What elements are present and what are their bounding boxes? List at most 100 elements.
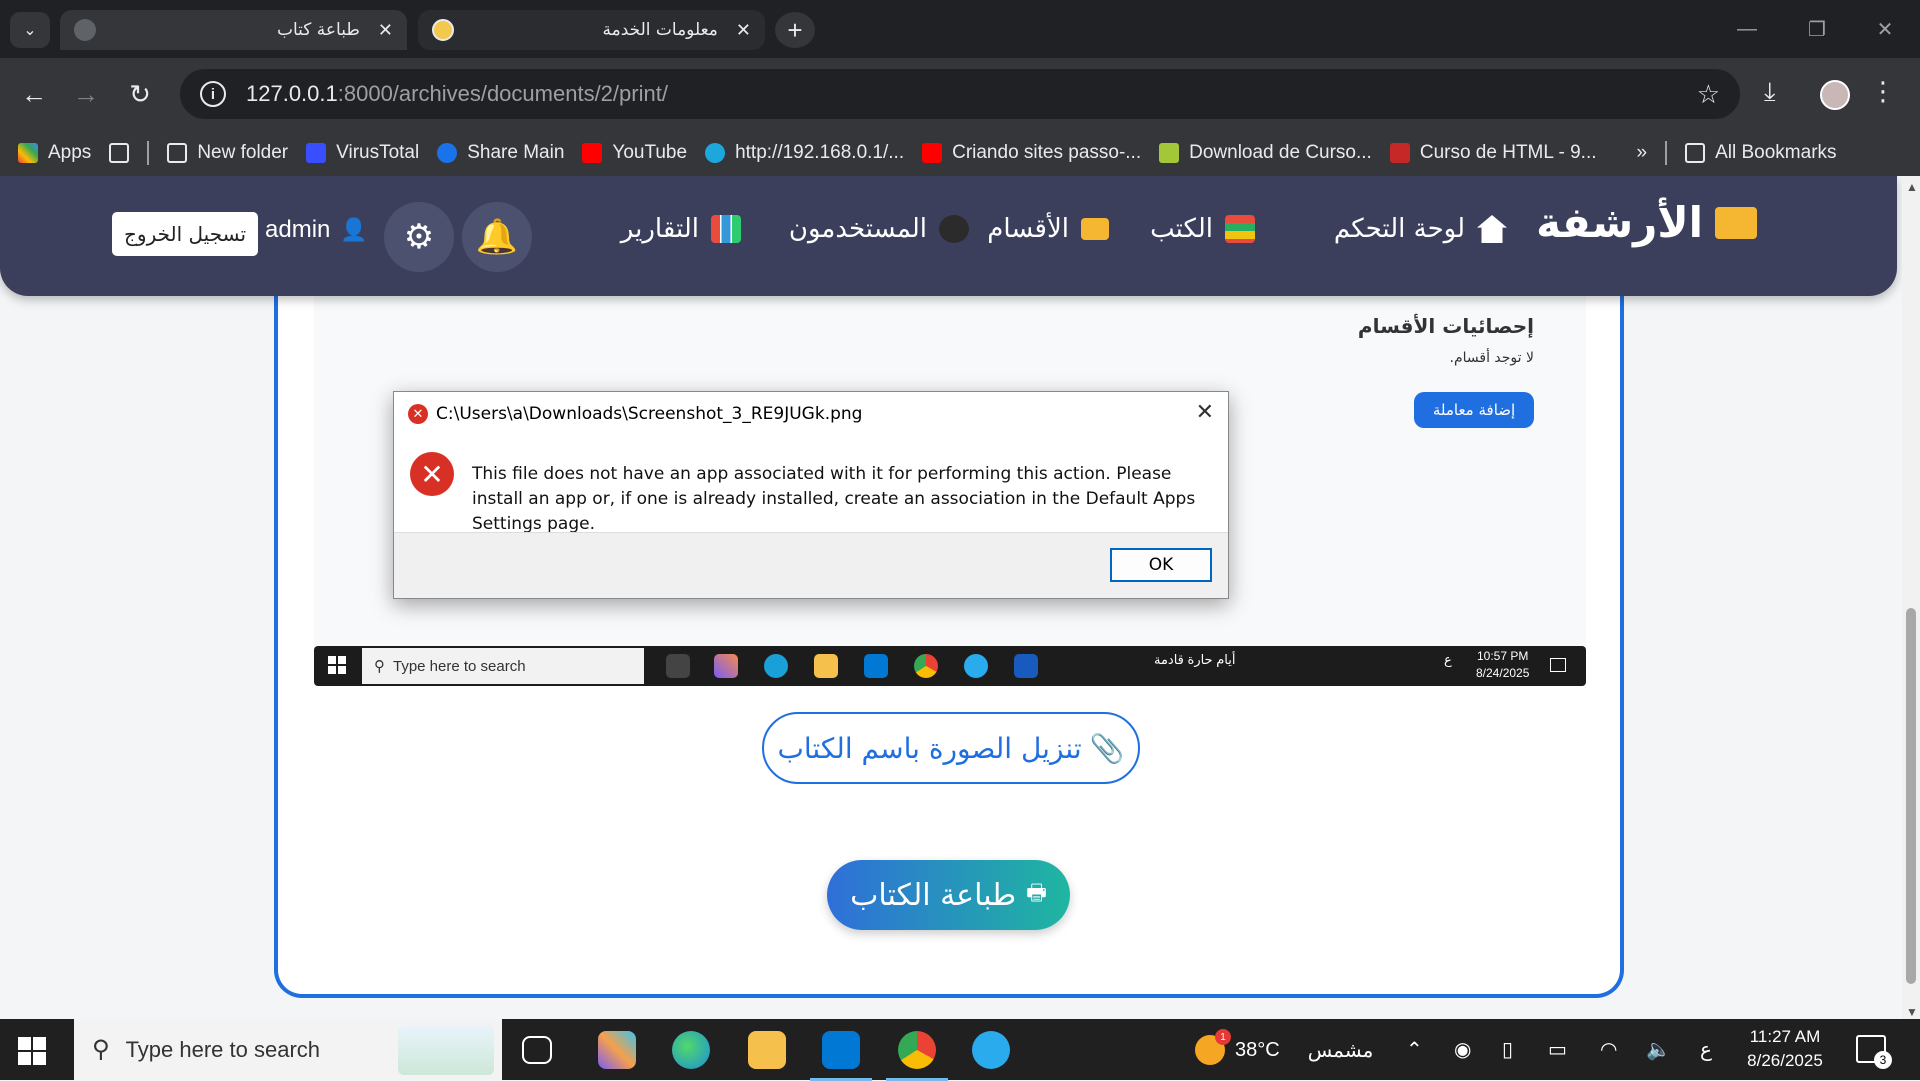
taskbar-search-text: Type here to search <box>125 1036 321 1062</box>
tab-search-button[interactable]: ⌄ <box>10 12 50 48</box>
reload-icon[interactable]: ↻ <box>120 74 160 114</box>
dialog-message: This file does not have an app associate… <box>472 464 1196 534</box>
notification-center-icon[interactable]: 3 <box>1856 1035 1892 1069</box>
word-icon <box>1014 654 1038 678</box>
show-hidden-icons-icon[interactable]: ⌃ <box>1406 1037 1423 1062</box>
brand-title: الأرشفة <box>1536 198 1703 247</box>
tab-close-icon[interactable]: ✕ <box>736 20 751 41</box>
taskbar-search-box[interactable]: ⚲ Type here to search <box>74 1019 502 1080</box>
copilot-icon[interactable] <box>598 1031 636 1069</box>
settings-gear-icon[interactable]: ⚙ <box>384 202 454 272</box>
nav-dashboard[interactable]: لوحة التحكم <box>1334 214 1507 244</box>
folder-icon <box>1685 143 1706 163</box>
bookmark-label: New folder <box>197 142 289 163</box>
download-label: تنزيل الصورة باسم الكتاب <box>777 731 1082 765</box>
language-indicator[interactable]: ع <box>1700 1037 1712 1062</box>
chart-icon <box>711 215 741 243</box>
screenshot-lang: ع <box>1444 652 1452 667</box>
add-transaction-button[interactable]: إضافة معاملة <box>1414 392 1534 428</box>
download-image-button[interactable]: 📎 تنزيل الصورة باسم الكتاب <box>762 712 1140 784</box>
clock-time: 11:27 AM <box>1749 1027 1821 1046</box>
profile-avatar[interactable] <box>1820 80 1850 110</box>
nav-books[interactable]: الكتب <box>1150 214 1255 244</box>
logout-button[interactable]: تسجيل الخروج <box>112 212 259 256</box>
bookmark-curso-html[interactable]: Curso de HTML - 9... <box>1389 142 1597 164</box>
sun-icon: 1 <box>1195 1029 1231 1065</box>
tab-groups-button[interactable] <box>109 143 130 163</box>
bookmark-criando-sites[interactable]: Criando sites passo-... <box>922 142 1141 164</box>
bookmarks-bar: Apps New folder VirusTotal Share Main Yo… <box>0 130 1920 176</box>
close-window-icon[interactable]: ✕ <box>1850 0 1920 58</box>
chrome-icon[interactable] <box>886 1031 948 1081</box>
user-info[interactable]: 👤 admin <box>265 216 368 244</box>
scroll-up-icon[interactable]: ▲ <box>1906 180 1918 194</box>
dialog-close-icon[interactable]: ✕ <box>1196 400 1214 425</box>
task-view-icon[interactable] <box>522 1036 552 1064</box>
wifi-icon[interactable]: ◠ <box>1600 1037 1617 1062</box>
nav-label: المستخدمون <box>788 214 927 244</box>
menu-icon[interactable]: ⋮ <box>1870 76 1896 107</box>
screenshot-clock: 10:57 PM 8/24/2025 <box>1476 648 1529 682</box>
print-book-button[interactable]: 🖶 طباعة الكتاب <box>827 860 1070 930</box>
bookmark-new-folder[interactable]: New folder <box>167 142 288 164</box>
nav-sections[interactable]: الأقسام <box>987 214 1109 244</box>
bookmarks-overflow-icon[interactable]: » <box>1637 142 1648 164</box>
telegram-icon <box>964 654 988 678</box>
home-icon <box>1477 215 1507 243</box>
weather-text: مشمس <box>1307 1039 1374 1062</box>
minimize-icon[interactable]: — <box>1712 0 1782 58</box>
bookmark-star-icon[interactable]: ☆ <box>1697 79 1720 110</box>
scrollbar-thumb[interactable] <box>1906 608 1916 984</box>
back-icon[interactable]: ← <box>14 74 54 114</box>
restore-icon[interactable]: ❐ <box>1782 0 1852 58</box>
taskbar-clock[interactable]: 11:27 AM 8/26/2025 <box>1740 1025 1830 1073</box>
screenshot-notification-icon <box>1550 658 1566 672</box>
bookmark-label: VirusTotal <box>336 142 420 163</box>
tab-close-icon[interactable]: ✕ <box>378 20 393 41</box>
bookmark-share-main[interactable]: Share Main <box>437 142 564 164</box>
bookmark-label: Share Main <box>467 142 565 163</box>
bookmark-router[interactable]: http://192.168.0.1/... <box>705 142 904 164</box>
device-icon[interactable]: ▯ <box>1502 1037 1513 1062</box>
forward-icon[interactable]: → <box>66 74 106 114</box>
screenshot-time: 10:57 PM <box>1477 649 1529 663</box>
vscode-icon[interactable] <box>810 1031 872 1081</box>
page-scrollbar[interactable]: ▲ ▼ <box>1902 176 1920 1019</box>
battery-icon[interactable]: ▭ <box>1548 1037 1567 1062</box>
record-icon[interactable]: ◉ <box>1454 1037 1471 1062</box>
download-icon[interactable]: ⤓ <box>1764 76 1776 108</box>
file-explorer-icon[interactable] <box>748 1031 786 1069</box>
edge-icon[interactable] <box>672 1031 710 1069</box>
address-bar[interactable]: i 127.0.0.1:8000/archives/documents/2/pr… <box>180 69 1740 119</box>
weather-widget[interactable]: 1 38°C مشمس <box>1195 1029 1374 1065</box>
brand-logo[interactable]: الأرشفة <box>1536 198 1757 247</box>
notifications-bell-icon[interactable]: 🔔 <box>462 202 532 272</box>
search-highlight-image <box>398 1025 494 1075</box>
dialog-title: C:\Users\a\Downloads\Screenshot_3_RE9JUG… <box>436 404 863 424</box>
site-info-icon[interactable]: i <box>200 81 226 107</box>
browser-toolbar: ← → ↻ i 127.0.0.1:8000/archives/document… <box>0 58 1920 130</box>
router-icon <box>705 143 726 163</box>
bookmark-apps[interactable]: Apps <box>18 142 91 164</box>
windows-start-icon[interactable] <box>18 1037 46 1065</box>
tab-service-info[interactable]: معلومات الخدمة ✕ <box>418 10 765 50</box>
bookmark-youtube[interactable]: YouTube <box>582 142 687 164</box>
nav-reports[interactable]: التقارير <box>621 214 741 244</box>
virustotal-icon <box>306 143 327 163</box>
new-tab-button[interactable]: + <box>775 12 815 48</box>
bookmark-virustotal[interactable]: VirusTotal <box>306 142 419 164</box>
nav-users[interactable]: المستخدمون <box>789 214 969 244</box>
chrome-icon <box>914 654 938 678</box>
tab-print-book[interactable]: طباعة كتاب ✕ <box>60 10 407 50</box>
scroll-down-icon[interactable]: ▼ <box>1906 1005 1918 1019</box>
ok-button[interactable]: OK <box>1110 548 1212 582</box>
bookmark-label: Criando sites passo-... <box>952 142 1142 163</box>
bookmark-download-curso[interactable]: Download de Curso... <box>1159 142 1372 164</box>
telegram-icon[interactable] <box>972 1031 1010 1069</box>
temperature: 38°C <box>1235 1038 1280 1061</box>
youtube-icon <box>922 143 943 163</box>
volume-icon[interactable]: 🔈 <box>1646 1037 1671 1062</box>
error-icon: ✕ <box>408 404 428 424</box>
search-icon: ⚲ <box>92 1036 110 1063</box>
all-bookmarks[interactable]: All Bookmarks <box>1685 142 1837 164</box>
